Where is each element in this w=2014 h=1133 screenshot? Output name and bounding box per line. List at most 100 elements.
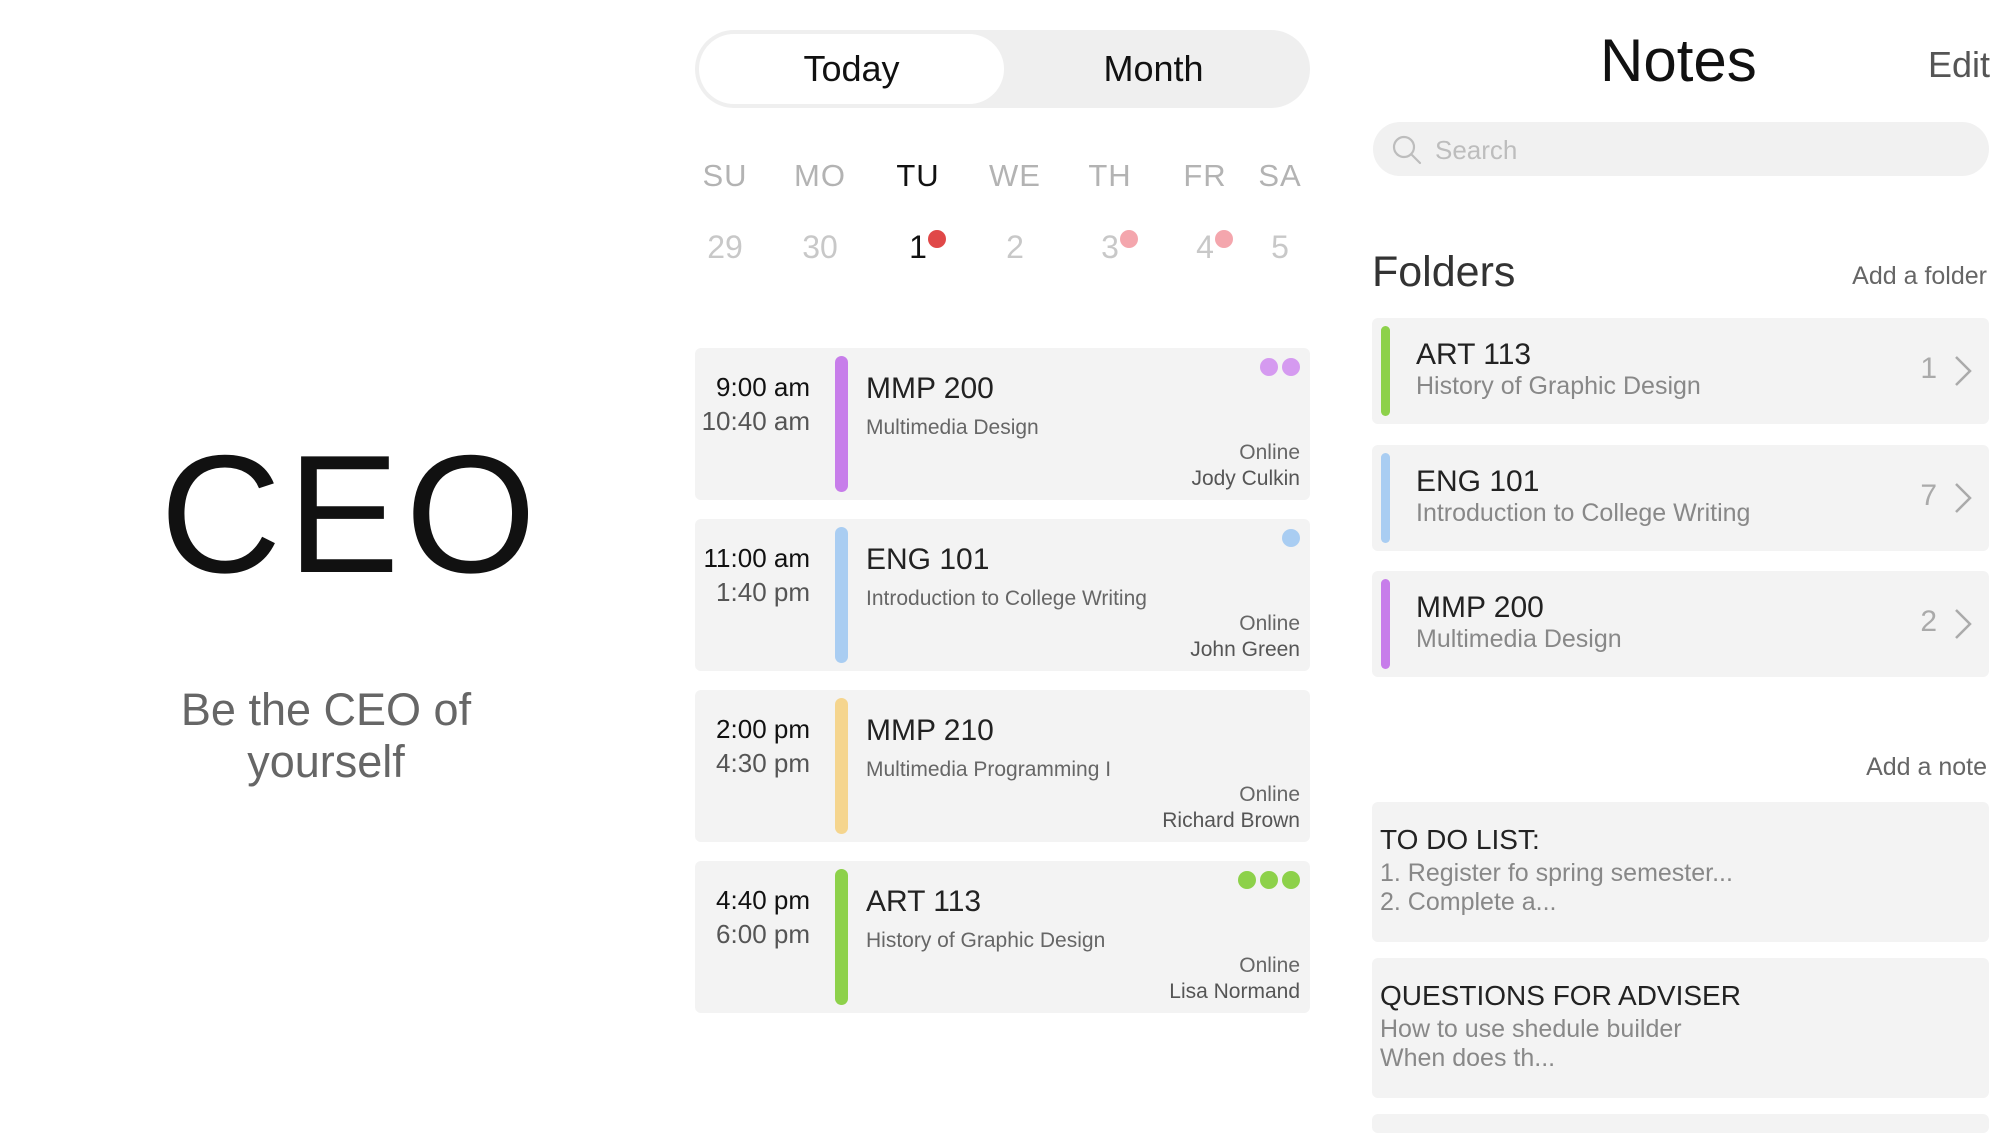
note-title: QUESTIONS FOR ADVISER — [1380, 980, 1741, 1011]
end-time: 4:30 pm — [716, 748, 810, 778]
folder-name: Multimedia Design — [1416, 625, 1622, 653]
app-tagline: Be the CEO of yourself — [180, 684, 472, 787]
day-date: 30 — [802, 229, 838, 265]
start-time: 4:40 pm — [716, 885, 810, 915]
day-column[interactable]: MO 30 — [790, 158, 850, 266]
class-code: ENG 101 — [866, 543, 990, 576]
start-time: 2:00 pm — [716, 714, 810, 744]
folder-count: 7 — [1920, 479, 1937, 512]
event-dot — [928, 230, 946, 248]
instructor-name: Richard Brown — [1162, 809, 1300, 832]
view-toggle: Today Month — [695, 30, 1310, 108]
instructor-name: Jody Culkin — [1191, 467, 1300, 490]
task-dots — [1238, 871, 1300, 889]
note-item-partial[interactable] — [1372, 1114, 1989, 1133]
note-preview-line: When does th... — [1380, 1044, 1556, 1072]
today-tab[interactable]: Today — [699, 34, 1004, 104]
end-time: 10:40 am — [701, 406, 810, 436]
folder-code: MMP 200 — [1416, 591, 1544, 624]
class-name: Introduction to College Writing — [866, 587, 1147, 610]
folder-color-bar — [1381, 326, 1390, 416]
chevron-right-icon — [1955, 356, 1972, 386]
class-card[interactable]: 4:40 pm 6:00 pm ART 113 History of Graph… — [695, 861, 1310, 1013]
class-color-bar — [835, 698, 848, 834]
folder-code: ENG 101 — [1416, 465, 1540, 498]
day-column[interactable]: SU 29 — [695, 158, 755, 266]
end-time: 6:00 pm — [716, 919, 810, 949]
chevron-right-icon — [1955, 609, 1972, 639]
folder-name: Introduction to College Writing — [1416, 499, 1751, 527]
day-name: SA — [1258, 158, 1302, 193]
day-name: MO — [794, 158, 846, 193]
month-tab[interactable]: Month — [1001, 34, 1306, 104]
day-name: TU — [896, 158, 940, 193]
class-code: ART 113 — [866, 885, 982, 918]
day-column[interactable]: SA 5 — [1250, 158, 1310, 266]
search-input[interactable] — [1433, 130, 1967, 170]
day-name: FR — [1183, 158, 1227, 193]
task-dot — [1238, 871, 1256, 889]
event-dot — [1120, 230, 1138, 248]
class-name: Multimedia Programming I — [866, 758, 1112, 781]
class-card[interactable]: 2:00 pm 4:30 pm MMP 210 Multimedia Progr… — [695, 690, 1310, 842]
instructor-name: John Green — [1190, 638, 1300, 661]
class-card[interactable]: 11:00 am 1:40 pm ENG 101 Introduction to… — [695, 519, 1310, 671]
day-date: 5 — [1271, 229, 1289, 265]
add-note-button[interactable]: Add a note — [1866, 753, 1987, 782]
notes-title: Notes — [1600, 27, 1757, 94]
class-color-bar — [835, 356, 848, 492]
day-name: WE — [989, 158, 1041, 193]
edit-button[interactable]: Edit — [1928, 44, 1990, 86]
week-strip: SU 29 MO 30 TU 1 WE 2 TH 3 FR 4 SA 5 — [695, 158, 1310, 268]
task-dot — [1260, 871, 1278, 889]
day-name: SU — [702, 158, 748, 193]
app-logo-title: CEO — [160, 420, 543, 608]
start-time: 9:00 am — [716, 372, 810, 402]
task-dot — [1282, 358, 1300, 376]
class-card[interactable]: 9:00 am 10:40 am MMP 200 Multimedia Desi… — [695, 348, 1310, 500]
task-dot — [1282, 529, 1300, 547]
note-preview-line: 2. Complete a... — [1380, 888, 1557, 916]
search-icon — [1392, 135, 1422, 165]
note-preview-line: How to use shedule builder — [1380, 1015, 1682, 1043]
day-name: TH — [1088, 158, 1132, 193]
folder-code: ART 113 — [1416, 338, 1532, 371]
class-name: Multimedia Design — [866, 416, 1039, 439]
folders-heading: Folders — [1372, 248, 1516, 296]
class-mode: Online — [1239, 783, 1300, 806]
class-color-bar — [835, 527, 848, 663]
add-folder-button[interactable]: Add a folder — [1852, 262, 1987, 291]
day-column-today[interactable]: TU 1 — [888, 158, 948, 266]
class-name: History of Graphic Design — [866, 929, 1106, 952]
class-code: MMP 210 — [866, 714, 994, 747]
task-dot — [1282, 871, 1300, 889]
folder-name: History of Graphic Design — [1416, 372, 1701, 400]
class-color-bar — [835, 869, 848, 1005]
note-title: TO DO LIST: — [1380, 824, 1540, 855]
day-column[interactable]: TH 3 — [1080, 158, 1140, 266]
note-preview-line: 1. Register fo spring semester... — [1380, 859, 1733, 887]
chevron-right-icon — [1955, 483, 1972, 513]
task-dots — [1282, 529, 1300, 547]
note-item[interactable]: TO DO LIST: 1. Register fo spring semest… — [1372, 802, 1989, 942]
note-item[interactable]: QUESTIONS FOR ADVISER How to use shedule… — [1372, 958, 1989, 1098]
folder-item[interactable]: ART 113 History of Graphic Design 1 — [1372, 318, 1989, 424]
task-dot — [1260, 358, 1278, 376]
class-mode: Online — [1239, 441, 1300, 464]
folder-item[interactable]: MMP 200 Multimedia Design 2 — [1372, 571, 1989, 677]
class-mode: Online — [1239, 612, 1300, 635]
event-dot — [1215, 230, 1233, 248]
task-dots — [1260, 358, 1300, 376]
folder-count: 1 — [1920, 352, 1937, 385]
folder-color-bar — [1381, 453, 1390, 543]
day-column[interactable]: WE 2 — [985, 158, 1045, 266]
class-code: MMP 200 — [866, 372, 994, 405]
end-time: 1:40 pm — [716, 577, 810, 607]
search-bar — [1373, 122, 1989, 176]
folder-item[interactable]: ENG 101 Introduction to College Writing … — [1372, 445, 1989, 551]
day-date: 2 — [1006, 229, 1024, 265]
day-column[interactable]: FR 4 — [1175, 158, 1235, 266]
class-mode: Online — [1239, 954, 1300, 977]
instructor-name: Lisa Normand — [1169, 980, 1300, 1003]
day-date: 29 — [707, 229, 743, 265]
